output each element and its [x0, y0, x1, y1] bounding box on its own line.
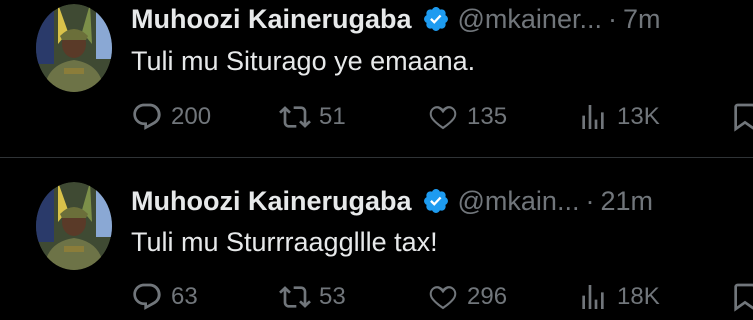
verified-badge-icon — [422, 5, 450, 33]
like-button[interactable]: 296 — [427, 280, 507, 314]
bookmark-icon — [734, 103, 753, 132]
tweet-header: Muhoozi Kainerugaba @mkain... · 21m — [131, 184, 653, 218]
heart-icon — [429, 106, 457, 130]
verified-badge-icon — [422, 187, 450, 215]
avatar[interactable] — [36, 4, 112, 92]
reply-count: 63 — [171, 283, 198, 310]
views-button[interactable]: 18K — [577, 280, 660, 314]
tweet[interactable]: Muhoozi Kainerugaba @mkainer... · 7m Tul… — [0, 0, 753, 160]
retweet-icon — [279, 286, 311, 308]
author-handle[interactable]: @mkainer... — [458, 4, 602, 35]
retweet-button[interactable]: 53 — [279, 280, 346, 314]
bookmark-icon — [734, 283, 753, 312]
views-count: 18K — [617, 283, 660, 310]
reply-button[interactable]: 63 — [131, 280, 198, 314]
views-icon — [582, 105, 604, 129]
views-count: 13K — [617, 103, 660, 130]
timestamp[interactable]: 21m — [600, 186, 653, 217]
bookmark-button[interactable] — [729, 280, 753, 314]
reply-count: 200 — [171, 103, 212, 130]
tweet-header: Muhoozi Kainerugaba @mkainer... · 7m — [131, 2, 660, 36]
tweet-text: Tuli mu Siturago ye emaana. — [131, 46, 476, 76]
action-bar: 63 53 296 18K — [131, 280, 753, 314]
action-bar: 200 51 135 13K — [131, 100, 753, 134]
reply-icon — [133, 103, 161, 130]
tweet[interactable]: Muhoozi Kainerugaba @mkain... · 21m Tuli… — [0, 160, 753, 320]
like-count: 135 — [467, 103, 508, 130]
like-count: 296 — [467, 283, 508, 310]
retweet-count: 53 — [319, 283, 346, 310]
retweet-icon — [279, 106, 311, 128]
timestamp[interactable]: 7m — [623, 4, 661, 35]
retweet-button[interactable]: 51 — [279, 100, 346, 134]
heart-icon — [429, 286, 457, 310]
views-icon — [582, 285, 604, 309]
separator-dot: · — [607, 3, 617, 34]
author-handle[interactable]: @mkain... — [458, 186, 580, 217]
avatar[interactable] — [36, 182, 112, 270]
author-name[interactable]: Muhoozi Kainerugaba — [131, 4, 412, 35]
reply-button[interactable]: 200 — [131, 100, 211, 134]
like-button[interactable]: 135 — [427, 100, 507, 134]
retweet-count: 51 — [319, 103, 346, 130]
separator-dot: · — [585, 185, 595, 216]
author-name[interactable]: Muhoozi Kainerugaba — [131, 186, 412, 217]
bookmark-button[interactable] — [729, 100, 753, 134]
views-button[interactable]: 13K — [577, 100, 660, 134]
tweet-text: Tuli mu Sturrraaggllle tax! — [131, 227, 438, 257]
reply-icon — [133, 283, 161, 310]
tweet-divider — [0, 157, 753, 158]
